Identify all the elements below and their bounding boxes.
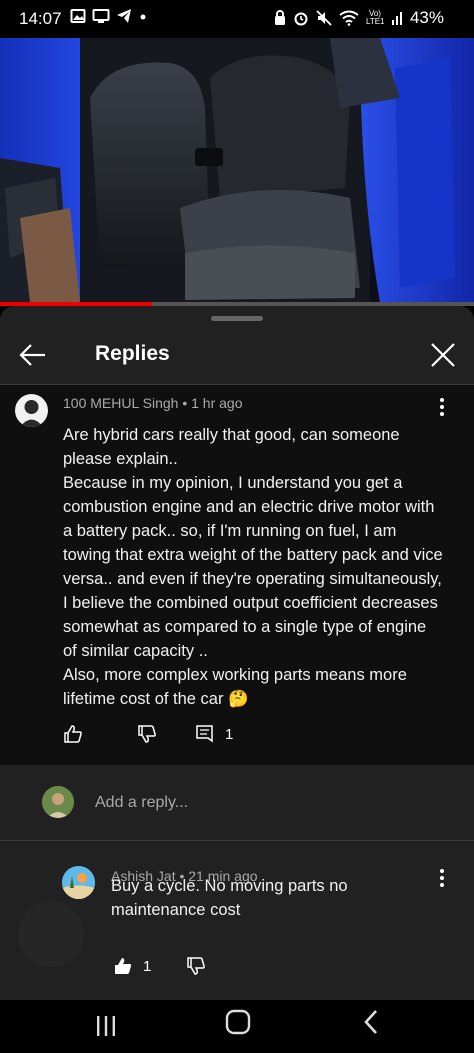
notification-icons — [70, 8, 148, 24]
close-icon — [431, 343, 455, 367]
home-button[interactable] — [224, 1008, 252, 1036]
comment-actions: 1 — [63, 724, 233, 744]
reply-like-count: 1 — [143, 957, 152, 975]
reply-like-button[interactable]: 1 — [113, 956, 151, 976]
back-nav-button[interactable] — [358, 1008, 386, 1036]
drag-handle[interactable] — [211, 316, 263, 321]
reply-avatar[interactable] — [62, 866, 95, 899]
status-bar: 14:07 Vo) LTE1 43% — [0, 0, 474, 38]
scroll-indicator — [18, 901, 84, 967]
reply-count: 1 — [225, 725, 234, 743]
dot-icon — [140, 14, 146, 20]
thumbs-down-icon — [138, 725, 156, 743]
more-vert-icon — [440, 398, 444, 416]
avatar[interactable] — [15, 394, 48, 427]
battery-level: 43% — [409, 8, 444, 27]
like-button[interactable] — [63, 724, 83, 744]
mute-icon — [316, 10, 332, 26]
home-icon — [225, 1009, 251, 1035]
system-nav-bar — [0, 1000, 474, 1053]
reply-avatar-icon — [62, 866, 95, 899]
alarm-icon — [294, 12, 308, 26]
recents-icon — [97, 1016, 115, 1036]
replies-header: Replies — [0, 334, 474, 386]
author-avatar-icon — [20, 400, 43, 427]
reply-more-button[interactable] — [432, 866, 452, 890]
add-reply-box: Add a reply... — [0, 766, 474, 840]
signal-icon — [391, 12, 402, 25]
network-label: Vo) LTE1 — [365, 9, 385, 26]
reply-input[interactable]: Add a reply... — [95, 794, 188, 812]
comment-meta: 100 MEHUL Singh • 1 hr ago — [63, 395, 243, 411]
reply-item: Ashish Jat • 21 min ago Buy a cycle. No … — [0, 841, 474, 1000]
thumbs-down-icon — [187, 957, 206, 975]
reply-dislike-button[interactable] — [186, 956, 206, 976]
replies-button[interactable]: 1 — [195, 724, 233, 744]
dislike-button[interactable] — [137, 724, 157, 744]
telegram-icon — [117, 9, 131, 23]
arrow-left-icon — [19, 344, 45, 366]
video-frame — [0, 38, 474, 302]
close-button[interactable] — [426, 338, 460, 372]
thumbs-up-icon — [64, 725, 82, 743]
screen-icon — [92, 9, 110, 23]
thumbs-up-filled-icon — [115, 958, 132, 974]
page-title: Replies — [95, 342, 170, 365]
reply-text: Buy a cycle. No moving parts no maintena… — [111, 877, 348, 919]
lock-icon — [274, 10, 285, 25]
user-avatar-icon — [42, 786, 74, 818]
gallery-icon — [70, 9, 86, 23]
wifi-icon — [339, 10, 359, 26]
status-time: 14:07 — [19, 9, 62, 28]
recents-button[interactable] — [92, 1012, 120, 1040]
parent-comment: 100 MEHUL Singh • 1 hr ago Are hybrid ca… — [0, 385, 474, 765]
replies-panel: Replies 100 MEHUL Singh • 1 hr ago Are h… — [0, 306, 474, 1000]
system-icons: Vo) LTE1 43% — [274, 8, 444, 28]
more-vert-icon — [440, 869, 444, 887]
comment-more-button[interactable] — [432, 395, 452, 419]
user-avatar[interactable] — [42, 786, 74, 818]
comment-text: Are hybrid cars really that good, can so… — [63, 426, 443, 708]
comment-icon — [196, 725, 213, 743]
back-button[interactable] — [16, 338, 50, 372]
chevron-left-icon — [364, 1010, 377, 1034]
video-player[interactable] — [0, 38, 474, 302]
reply-actions: 1 — [113, 956, 206, 976]
